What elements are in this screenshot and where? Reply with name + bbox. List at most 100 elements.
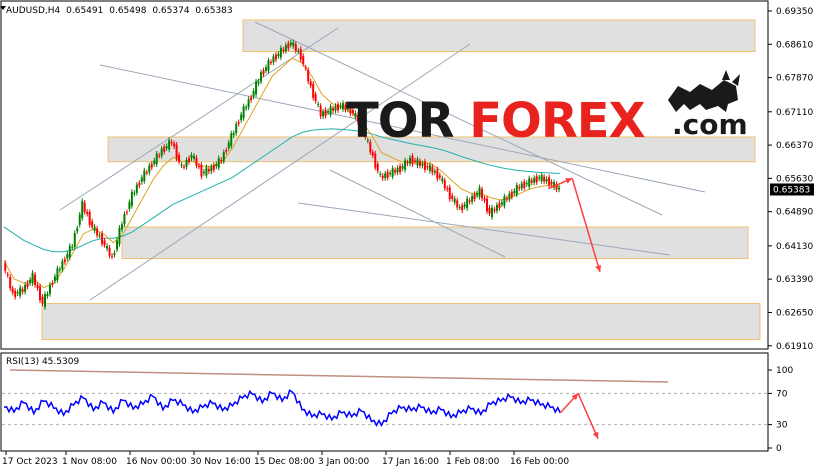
candle-body xyxy=(130,191,133,206)
candle-body xyxy=(192,155,195,159)
candle-body xyxy=(510,191,513,197)
candle-body xyxy=(371,152,374,156)
candle-body xyxy=(31,272,34,284)
svg-text:TOR FOREX: TOR FOREX xyxy=(346,93,646,149)
candle xyxy=(81,198,84,221)
candle-body xyxy=(14,290,17,297)
candle-body xyxy=(86,211,89,214)
candle-body xyxy=(145,172,148,174)
price-tick-label: 0.66370 xyxy=(776,141,813,151)
candle-body xyxy=(418,161,421,166)
candle-body xyxy=(535,176,538,183)
price-zone xyxy=(121,226,749,259)
candle-body xyxy=(322,111,325,117)
candle-body xyxy=(103,240,106,245)
candle-body xyxy=(317,104,320,106)
time-tick-label: 16 Feb 00:00 xyxy=(510,457,569,467)
candle-body xyxy=(168,140,171,150)
candle-body xyxy=(71,246,74,248)
candle-body xyxy=(431,166,434,173)
candle-body xyxy=(36,285,39,289)
candle-body xyxy=(520,183,523,189)
candle xyxy=(374,150,377,171)
candle-body xyxy=(277,53,280,56)
candle-body xyxy=(324,109,327,116)
candle-body xyxy=(29,279,32,284)
candle-body xyxy=(481,189,484,199)
current-price-label: 0.65383 xyxy=(773,185,810,195)
candle-body xyxy=(513,190,516,194)
candle-body xyxy=(118,227,121,245)
candle-body xyxy=(188,158,191,162)
candle-body xyxy=(240,114,243,121)
time-tick-label: 1 Nov 08:00 xyxy=(62,457,117,467)
candle-body xyxy=(500,202,503,205)
candle-body xyxy=(83,202,86,212)
candle-body xyxy=(401,166,404,169)
candle-body xyxy=(178,154,181,162)
candle-body xyxy=(128,202,131,209)
candle-body xyxy=(48,284,51,295)
candle-body xyxy=(471,195,474,202)
candle-body xyxy=(21,289,24,292)
candle-body xyxy=(138,182,141,186)
candle xyxy=(43,291,46,310)
candle-body xyxy=(133,192,136,194)
candle xyxy=(312,81,315,101)
time-tick-label: 30 Nov 16:00 xyxy=(190,457,251,467)
candle-body xyxy=(508,193,511,200)
candle-body xyxy=(404,160,407,170)
price-tick-label: 0.65630 xyxy=(776,174,813,184)
candle-body xyxy=(411,155,414,165)
candle-body xyxy=(76,228,79,232)
candle-body xyxy=(426,166,429,168)
candle-body xyxy=(443,180,446,189)
candle-body xyxy=(34,274,37,286)
candle-body xyxy=(232,133,235,136)
candle-body xyxy=(451,195,454,199)
price-tick-label: 0.64890 xyxy=(776,208,813,218)
price-tick-label: 0.67110 xyxy=(776,108,813,118)
candle-body xyxy=(255,81,258,95)
candle-body xyxy=(540,175,543,182)
candle-body xyxy=(304,67,307,69)
candle-body xyxy=(274,54,277,60)
candle-body xyxy=(66,253,69,259)
candle-body xyxy=(163,146,166,152)
header-open: 0.65491 xyxy=(66,6,103,16)
candle-body xyxy=(329,106,332,115)
time-tick-label: 17 Oct 2023 xyxy=(2,457,58,467)
candle-body xyxy=(51,282,54,285)
price-tick-label: 0.64130 xyxy=(776,242,813,252)
candle-body xyxy=(550,181,553,184)
rsi-tick-label: 70 xyxy=(776,389,788,399)
candle-body xyxy=(242,106,245,119)
candle-body xyxy=(247,99,250,108)
candle xyxy=(255,78,258,98)
candle-body xyxy=(391,168,394,177)
candle-body xyxy=(379,173,382,175)
candle-body xyxy=(453,198,456,203)
candle-body xyxy=(399,166,402,173)
candle-body xyxy=(468,200,471,202)
rsi-axis: 100 70 30 0 xyxy=(768,366,793,454)
candle-body xyxy=(558,187,561,190)
candle-body xyxy=(215,163,218,167)
candle-body xyxy=(448,187,451,200)
candle-body xyxy=(212,164,215,170)
candle xyxy=(230,130,233,149)
time-tick-label: 17 Jan 16:00 xyxy=(382,457,439,467)
current-price-tag: 0.65383 xyxy=(770,183,814,196)
candle-body xyxy=(314,94,317,101)
candle-body xyxy=(297,50,300,52)
candle-body xyxy=(503,196,506,206)
candle-body xyxy=(284,45,287,52)
candle-body xyxy=(143,170,146,182)
candle-body xyxy=(68,245,71,258)
candle-body xyxy=(183,166,186,168)
candle-body xyxy=(483,198,486,201)
candle-body xyxy=(438,175,441,178)
candle-body xyxy=(269,62,272,64)
forex-chart[interactable]: AUDUSD,H4 0.65491 0.65498 0.65374 0.6538… xyxy=(0,0,816,472)
candle-body xyxy=(73,233,76,247)
